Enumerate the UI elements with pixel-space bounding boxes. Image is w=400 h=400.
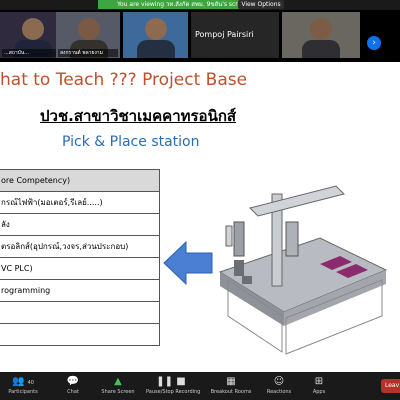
participant-name: Pompoj Pairsiri	[195, 30, 254, 39]
table-row: กรณ์ไฟฟ้า(มอเตอร์,รีเลย์.....)	[0, 191, 160, 214]
participant-name: สงกรานต์ พลายงาม	[58, 49, 118, 57]
table-row: ore Competency)	[0, 169, 160, 192]
table-row	[0, 323, 160, 346]
table-cell: ตรอลิกส์(อุปกรณ์,วงจร,ส่วนประกอบ)	[0, 235, 160, 258]
slide-title: hat to Teach ??? Project Base	[0, 70, 248, 90]
table-cell	[0, 301, 160, 324]
participant-name: ...สถาบัน...	[2, 49, 63, 57]
chevron-right-icon[interactable]: ›	[367, 36, 381, 50]
video-gallery: ...สถาบัน... สงกรานต์ พลายงาม Pompoj Pai…	[0, 10, 400, 62]
chat-icon: 💬	[66, 376, 80, 387]
apps-icon: ⊞	[314, 376, 324, 387]
participant-tile[interactable]: Pompoj Pairsiri	[191, 12, 279, 58]
slide-caption: Pick & Place station	[62, 134, 200, 150]
pause-stop-recording-button[interactable]: ❚❚ ■ Pause/Stop Recording	[146, 374, 200, 400]
table-cell: rogramming	[0, 279, 160, 302]
meeting-toolbar: 👥 40 Participants 💬 Chat ▲ Share Screen …	[0, 372, 400, 400]
apps-button[interactable]: ⊞ Apps	[296, 374, 342, 400]
pause-stop-icon: ❚❚ ■	[156, 376, 186, 387]
breakout-rooms-icon: ▦	[226, 376, 236, 387]
participants-icon: 👥 40	[11, 376, 34, 387]
table-row: ลัง	[0, 213, 160, 236]
slide-subtitle: ปวช.สาขาวิชาเมคคาทรอนิกส์	[40, 107, 237, 125]
breakout-rooms-button[interactable]: ▦ Breakout Rooms	[208, 374, 254, 400]
table-cell: ore Competency)	[0, 169, 160, 192]
participants-button[interactable]: 👥 40 Participants	[0, 374, 46, 400]
share-screen-icon: ▲	[114, 376, 122, 387]
table-cell: กรณ์ไฟฟ้า(มอเตอร์,รีเลย์.....)	[0, 191, 160, 214]
participant-tile[interactable]: สงกรานต์ พลายงาม	[56, 12, 120, 58]
view-options-button[interactable]: View Options	[238, 0, 284, 9]
share-screen-button[interactable]: ▲ Share Screen	[95, 374, 141, 400]
table-row: VC PLC)	[0, 257, 160, 280]
pick-and-place-station-image	[218, 185, 388, 355]
participant-tile[interactable]	[123, 12, 188, 58]
shared-slide: hat to Teach ??? Project Base ปวช.สาขาวิ…	[0, 62, 400, 372]
table-row: ตรอลิกส์(อุปกรณ์,วงจร,ส่วนประกอบ)	[0, 235, 160, 258]
competency-table: ore Competency) กรณ์ไฟฟ้า(มอเตอร์,รีเลย์…	[0, 169, 160, 346]
table-cell: ลัง	[0, 213, 160, 236]
chat-button[interactable]: 💬 Chat	[50, 374, 96, 400]
table-cell: VC PLC)	[0, 257, 160, 280]
left-arrow-icon	[163, 240, 213, 286]
top-bar: You are viewing วท.สังกัด สพม. 9ขยัน's s…	[0, 0, 400, 10]
table-row	[0, 301, 160, 324]
table-row: rogramming	[0, 279, 160, 302]
table-cell	[0, 323, 160, 346]
participant-tile[interactable]	[282, 12, 360, 58]
leave-button[interactable]: Leav	[381, 379, 400, 393]
